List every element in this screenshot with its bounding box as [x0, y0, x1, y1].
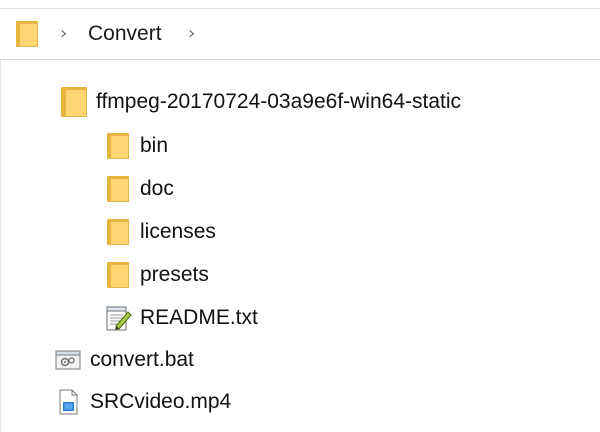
list-item-bin-folder[interactable]: bin — [104, 128, 168, 164]
item-label: README.txt — [140, 306, 258, 329]
folder-icon — [60, 87, 88, 117]
item-label: doc — [140, 177, 174, 200]
list-item-readme-file[interactable]: README.txt — [104, 300, 258, 336]
folder-icon — [104, 261, 132, 289]
list-item-ffmpeg-folder[interactable]: ffmpeg-20170724-03a9e6f-win64-static — [60, 84, 461, 120]
item-label: presets — [140, 263, 209, 286]
item-label: bin — [140, 134, 169, 157]
list-item-presets-folder[interactable]: presets — [104, 257, 209, 293]
folder-icon — [104, 132, 132, 160]
item-label: convert.bat — [90, 348, 194, 371]
list-item-convert-bat-file[interactable]: convert.bat — [54, 342, 194, 378]
folder-icon — [104, 175, 132, 203]
batch-file-icon — [54, 346, 82, 374]
file-tree: ffmpeg-20170724-03a9e6f-win64-static bin… — [0, 0, 600, 432]
list-item-doc-folder[interactable]: doc — [104, 171, 174, 207]
item-label: licenses — [140, 220, 216, 243]
item-label: SRCvideo.mp4 — [90, 390, 232, 413]
list-item-licenses-folder[interactable]: licenses — [104, 214, 216, 250]
item-label: ffmpeg-20170724-03a9e6f-win64-static — [96, 90, 462, 113]
text-file-edit-icon — [104, 304, 132, 332]
list-item-srcvideo-file[interactable]: SRCvideo.mp4 — [54, 384, 231, 420]
folder-icon — [104, 218, 132, 246]
video-file-icon — [54, 388, 82, 416]
